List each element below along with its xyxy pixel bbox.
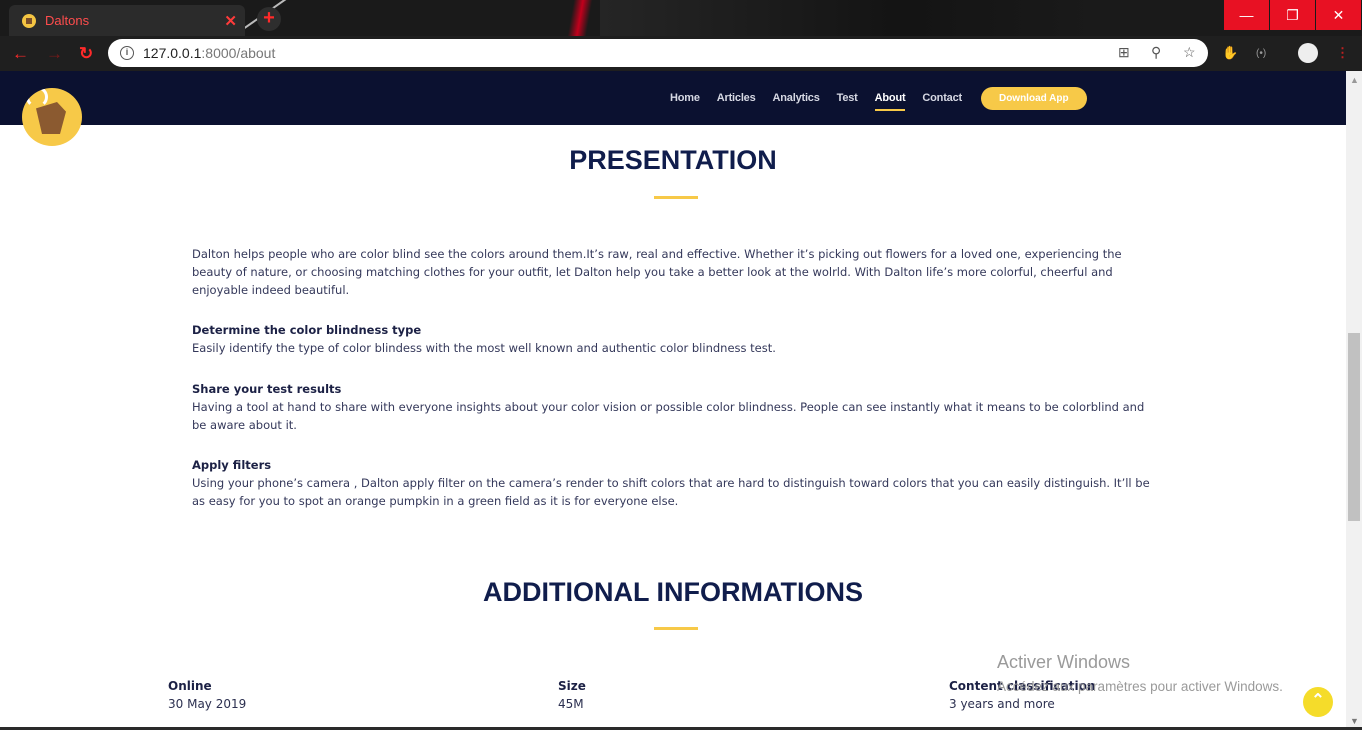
about-content: PRESENTATION Dalton helps people who are…: [0, 125, 1346, 730]
back-arrow-icon[interactable]: ←: [12, 44, 29, 64]
translate-icon[interactable]: ⊞: [1118, 44, 1130, 61]
download-app-button[interactable]: Download App: [980, 86, 1087, 110]
dalton-logo[interactable]: [22, 88, 82, 146]
title-underline: [654, 196, 698, 199]
profile-avatar-icon[interactable]: [1298, 43, 1318, 63]
window-close-button[interactable]: ✕: [1316, 0, 1361, 30]
nav-articles[interactable]: Articles: [717, 92, 756, 104]
bookmark-star-icon[interactable]: ☆: [1183, 44, 1196, 61]
info-label: Online: [168, 679, 212, 693]
page-scrollbar[interactable]: ▲ ▼: [1346, 71, 1362, 730]
watermark-line: Activer Windows: [997, 652, 1131, 672]
windows-activation-watermark: Activer Windows Accédez aux paramètres p…: [997, 652, 1283, 694]
logo-horn-icon: [26, 88, 48, 108]
site-info-icon[interactable]: i: [120, 46, 134, 60]
info-item-online: Online 30 May 2019: [168, 677, 246, 713]
tab-close-icon[interactable]: ✕: [224, 12, 237, 30]
watermark-line: Accédez aux paramètres pour activer Wind…: [997, 679, 1283, 694]
browser-tab-bar: Daltons ✕ + — ❐ ✕: [0, 0, 1362, 36]
feature-heading: Share your test results: [192, 382, 342, 396]
feature-heading: Determine the color blindness type: [192, 323, 422, 337]
browser-tab[interactable]: Daltons ✕: [9, 5, 245, 36]
new-tab-button[interactable]: +: [257, 7, 281, 31]
info-item-size: Size 45M: [558, 677, 586, 713]
scroll-to-top-button[interactable]: ⌃: [1303, 687, 1333, 717]
main-nav: Home Articles Analytics Test About Conta…: [670, 71, 1087, 125]
scrollbar-thumb[interactable]: [1348, 333, 1360, 521]
feature-text: Easily identify the type of color blinde…: [192, 341, 776, 355]
browser-toolbar: ← → ↻ i 127.0.0.1:8000/about ⊞ ⚲ ☆ ✋ (•)…: [0, 36, 1362, 71]
nav-analytics[interactable]: Analytics: [773, 92, 820, 104]
site-favicon-icon: [22, 13, 36, 28]
feature-block: Share your test results Having a tool at…: [192, 380, 1154, 434]
info-value: 3 years and more: [949, 697, 1055, 711]
zoom-icon[interactable]: ⚲: [1151, 44, 1161, 61]
extension-cast-icon[interactable]: (•): [1256, 48, 1266, 59]
forward-arrow-icon[interactable]: →: [46, 44, 63, 64]
browser-menu-icon[interactable]: ⋮: [1336, 45, 1349, 61]
info-value: 45M: [558, 697, 584, 711]
wallpaper-decoration: [600, 0, 1100, 36]
intro-paragraph: Dalton helps people who are color blind …: [192, 247, 1122, 297]
scroll-down-icon[interactable]: ▼: [1350, 716, 1359, 726]
window-minimize-button[interactable]: —: [1224, 0, 1269, 30]
feature-heading: Apply filters: [192, 458, 272, 472]
feature-text: Using your phone’s camera , Dalton apply…: [192, 476, 1150, 508]
extension-hand-icon[interactable]: ✋: [1222, 45, 1238, 61]
nav-test[interactable]: Test: [837, 92, 858, 104]
nav-about[interactable]: About: [874, 92, 906, 111]
presentation-title: PRESENTATION: [569, 145, 777, 175]
additional-info-title: ADDITIONAL INFORMATIONS: [483, 577, 863, 607]
wallpaper-decoration: [560, 0, 600, 36]
feature-block: Determine the color blindness type Easil…: [192, 321, 1154, 357]
info-label: Size: [558, 679, 586, 693]
feature-text: Having a tool at hand to share with ever…: [192, 400, 1145, 432]
tab-title: Daltons: [45, 13, 90, 28]
nav-contact[interactable]: Contact: [922, 92, 962, 104]
reload-icon[interactable]: ↻: [79, 44, 93, 64]
chevron-up-icon: ⌃: [1311, 692, 1325, 709]
nav-home[interactable]: Home: [670, 92, 700, 104]
feature-block: Apply filters Using your phone’s camera …: [192, 456, 1154, 510]
address-bar[interactable]: i 127.0.0.1:8000/about ⊞ ⚲ ☆: [108, 39, 1208, 67]
title-underline: [654, 627, 698, 630]
window-restore-button[interactable]: ❐: [1270, 0, 1315, 30]
scroll-up-icon[interactable]: ▲: [1350, 75, 1359, 85]
url-text[interactable]: 127.0.0.1:8000/about: [143, 45, 275, 61]
info-value: 30 May 2019: [168, 697, 247, 711]
